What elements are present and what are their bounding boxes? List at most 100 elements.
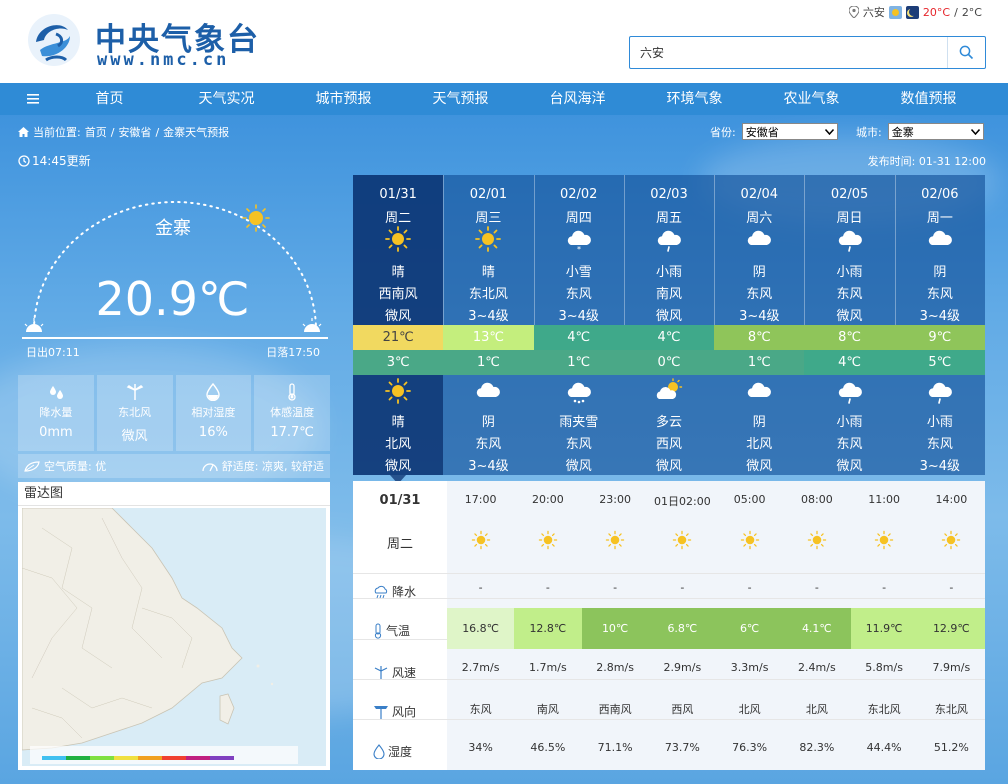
- night-wind-power: 微风: [385, 459, 412, 474]
- day-separator: [533, 175, 535, 325]
- hour-time: 23:00: [599, 493, 631, 506]
- night-moon-icon: [905, 5, 919, 19]
- sunrise-time: 日出07:11: [26, 346, 80, 359]
- day-high-temp: 9℃: [894, 325, 985, 350]
- stat-label: 相对湿度: [191, 406, 236, 419]
- nav-item-city-forecast[interactable]: 城市预报: [285, 83, 402, 115]
- hour-wind-speed: 3.3m/s: [730, 661, 769, 674]
- day-weekday: 周五: [655, 211, 682, 226]
- day-column[interactable]: 02/04 周六 阴 东风 3~4级 8℃ 1℃ 阴 北风 微风: [714, 175, 805, 475]
- day-column[interactable]: 02/03 周五 小雨 南风 微风 4℃ 0℃ 多云 西风 微风: [623, 175, 715, 475]
- search-input[interactable]: [630, 37, 947, 68]
- nav-item-home[interactable]: 首页: [51, 83, 168, 115]
- hour-weather-icon: [605, 530, 625, 550]
- sunrise-icon: [24, 318, 44, 332]
- sunset-time: 日落17:50: [266, 346, 320, 359]
- breadcrumb-home[interactable]: 首页: [85, 124, 107, 140]
- breadcrumb-province[interactable]: 安徽省: [118, 124, 151, 140]
- hour-humidity: 51.2%: [933, 741, 969, 754]
- day-high-temp: 13℃: [443, 325, 534, 350]
- night-wind-direction: 东风: [475, 437, 502, 452]
- day-column[interactable]: 02/05 周日 小雨 东风 微风 8℃ 4℃ 小雨 东风 微风: [804, 175, 895, 475]
- label-humidity: 湿度: [373, 743, 412, 760]
- hour-temperature: 12.8℃: [514, 608, 582, 649]
- night-weather-icon: [926, 377, 954, 405]
- nav-item-numerical[interactable]: 数值预报: [870, 83, 987, 115]
- day-weather-icon: [745, 225, 773, 253]
- hour-wind-direction: 南风: [536, 703, 559, 716]
- air-quality-text: 空气质量: 优: [44, 460, 107, 473]
- hour-time: 14:00: [935, 493, 968, 506]
- hour-weather-icon: [941, 530, 961, 550]
- hour-wind-direction: 北风: [738, 703, 761, 716]
- sleet-icon: [567, 382, 591, 404]
- day-high-temp: 4℃: [623, 325, 715, 350]
- day-weekday: 周四: [565, 211, 592, 226]
- sunny-icon: [385, 226, 412, 252]
- hour-temperature: 6.8℃: [648, 608, 716, 649]
- province-label: 省份:: [710, 125, 736, 139]
- day-weather-icon: [836, 225, 864, 253]
- hour-time: 20:00: [532, 493, 564, 506]
- day-date: 02/06: [921, 187, 959, 202]
- chevron-down-icon: [824, 128, 834, 135]
- site-url[interactable]: www.nmc.cn: [97, 50, 229, 70]
- gauge-icon: [202, 463, 218, 472]
- day-column[interactable]: 02/06 周一 阴 东风 3~4级 9℃ 5℃ 小雨 东风 3~4级: [894, 175, 985, 475]
- cma-logo-icon[interactable]: [26, 12, 82, 68]
- day-wind-direction: 东风: [926, 287, 953, 302]
- sunset-icon: [302, 318, 322, 332]
- stat-label: 降水量: [39, 406, 73, 419]
- seven-day-forecast: 01/31 周二 晴 西南风 微风 21℃ 3℃ 晴 北风 微风 02/01 周…: [353, 175, 985, 475]
- day-date: 02/03: [650, 187, 688, 202]
- update-time-text: 14:45更新: [32, 154, 91, 168]
- day-weather: 晴: [481, 265, 495, 280]
- hour-wind-speed: 2.7m/s: [461, 661, 500, 674]
- overcast-icon: [928, 230, 952, 245]
- hour-wind-speed: 5.8m/s: [865, 661, 903, 674]
- city-select[interactable]: 金寨: [887, 123, 984, 140]
- day-high-temp: 4℃: [533, 325, 624, 350]
- sunny-icon: [874, 530, 894, 550]
- day-date: 01/31: [379, 187, 417, 202]
- site-header: 中央气象台 www.nmc.cn 六安 20°C / 2°C: [0, 0, 1008, 83]
- night-wind-power: 3~4级: [468, 459, 509, 474]
- day-column[interactable]: 02/02 周四 * 小雪 东风 3~4级 4℃ 1℃ 雨夹雪 东风 微风: [533, 175, 624, 475]
- label-wind-dir: 风向: [373, 703, 416, 720]
- day-high-temp: 8℃: [804, 325, 895, 350]
- hourly-column: 11:00 - 11.9℃ 5.8m/s 东北风 44.4%: [850, 481, 918, 770]
- day-low-temp: 1℃: [533, 350, 624, 375]
- hour-time: 08:00: [801, 493, 833, 506]
- nav-item-environment[interactable]: 环境气象: [636, 83, 753, 115]
- day-wind-power: 微风: [385, 309, 412, 324]
- radar-map[interactable]: [22, 508, 326, 766]
- menu-icon[interactable]: [15, 83, 51, 115]
- hour-temperature: 11.9℃: [850, 608, 918, 649]
- province-select[interactable]: 安徽省: [741, 123, 838, 140]
- day-wind-direction: 东风: [836, 287, 863, 302]
- light-rain-icon: [657, 230, 681, 252]
- day-wind-power: 微风: [836, 309, 863, 324]
- nav-item-typhoon-ocean[interactable]: 台风海洋: [519, 83, 636, 115]
- current-city: 金寨: [155, 218, 191, 239]
- overcast-icon: [748, 382, 772, 397]
- light-rain-icon: [838, 230, 862, 252]
- topbar-location[interactable]: 六安: [863, 4, 885, 20]
- day-column[interactable]: 02/01 周三 晴 东北风 3~4级 13℃ 1℃ 阴 东风 3~4级: [443, 175, 534, 475]
- svg-text:*: *: [577, 245, 581, 253]
- radar-title[interactable]: 雷达图: [18, 482, 330, 506]
- search-button[interactable]: [947, 37, 985, 68]
- day-separator: [714, 175, 716, 325]
- nav-item-agriculture[interactable]: 农业气象: [753, 83, 870, 115]
- day-wind-power: 3~4级: [919, 309, 961, 324]
- hour-wind-direction: 东风: [469, 703, 492, 716]
- nav-item-observation[interactable]: 天气实况: [168, 83, 285, 115]
- hour-humidity: 46.5%: [530, 741, 566, 754]
- stat-humidity: 相对湿度 16%: [175, 375, 252, 451]
- day-high-temp: 8℃: [714, 325, 805, 350]
- day-separator: [804, 175, 806, 325]
- day-date: 02/02: [559, 187, 598, 202]
- nav-item-weather-forecast[interactable]: 天气预报: [402, 83, 519, 115]
- day-column[interactable]: 01/31 周二 晴 西南风 微风 21℃ 3℃ 晴 北风 微风: [353, 175, 444, 475]
- hour-wind-direction: 西南风: [598, 703, 632, 716]
